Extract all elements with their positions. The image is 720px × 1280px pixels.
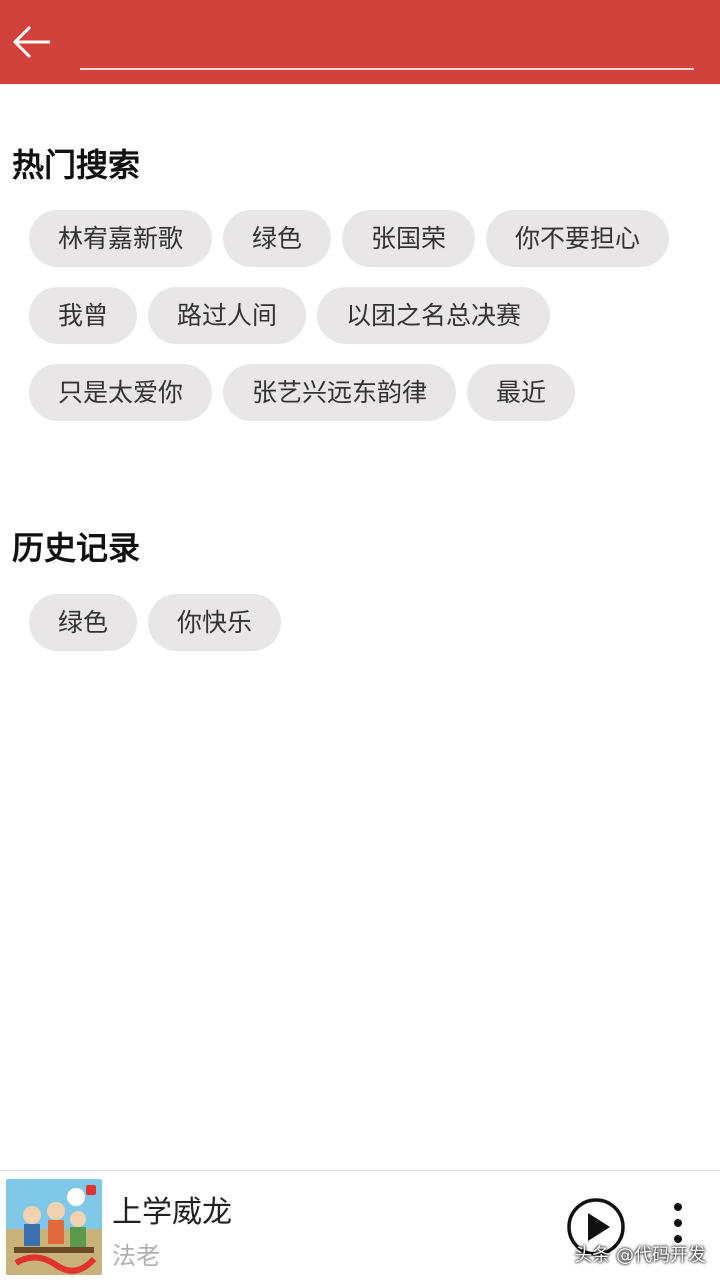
hot-search-tag[interactable]: 只是太爱你 xyxy=(29,364,213,421)
hot-search-tag[interactable]: 林宥嘉新歌 xyxy=(29,210,213,267)
history-tags: 绿色 你快乐 xyxy=(29,594,709,671)
hot-search-tag[interactable]: 路过人间 xyxy=(148,287,307,344)
mini-player[interactable]: 上学威龙 法老 头条 @代码开发 xyxy=(0,1170,720,1280)
search-screen: 热门搜索 林宥嘉新歌 绿色 张国荣 你不要担心 我曾 路过人间 以团之名总决赛 … xyxy=(0,0,720,1280)
tag-row: 绿色 你快乐 xyxy=(29,594,709,651)
app-header xyxy=(0,0,720,84)
album-art-image xyxy=(6,1179,102,1275)
history-tag[interactable]: 你快乐 xyxy=(148,594,282,651)
hot-search-tags: 林宥嘉新歌 绿色 张国荣 你不要担心 我曾 路过人间 以团之名总决赛 只是太爱你… xyxy=(29,210,709,441)
watermark-text: 头条 @代码开发 xyxy=(574,1245,706,1266)
search-input[interactable] xyxy=(80,22,694,70)
hot-search-tag[interactable]: 我曾 xyxy=(29,287,138,344)
tag-row: 我曾 路过人间 以团之名总决赛 xyxy=(29,287,709,344)
hot-search-tag[interactable]: 张国荣 xyxy=(342,210,476,267)
history-tag[interactable]: 绿色 xyxy=(29,594,138,651)
song-title: 上学威龙 xyxy=(112,1195,232,1230)
hot-search-tag[interactable]: 以团之名总决赛 xyxy=(317,287,551,344)
album-art-thumbnail[interactable] xyxy=(6,1179,102,1275)
tag-row: 林宥嘉新歌 绿色 张国荣 你不要担心 xyxy=(29,210,709,267)
hot-search-tag[interactable]: 张艺兴远东韵律 xyxy=(223,364,457,421)
arrow-left-icon xyxy=(12,25,50,59)
hot-search-title: 热门搜索 xyxy=(12,146,141,184)
song-artist: 法老 xyxy=(112,1242,160,1270)
hot-search-tag[interactable]: 最近 xyxy=(467,364,576,421)
hot-search-tag[interactable]: 你不要担心 xyxy=(486,210,670,267)
history-title: 历史记录 xyxy=(12,529,141,567)
back-button[interactable] xyxy=(8,20,56,64)
hot-search-tag[interactable]: 绿色 xyxy=(223,210,332,267)
tag-row: 只是太爱你 张艺兴远东韵律 最近 xyxy=(29,364,709,421)
